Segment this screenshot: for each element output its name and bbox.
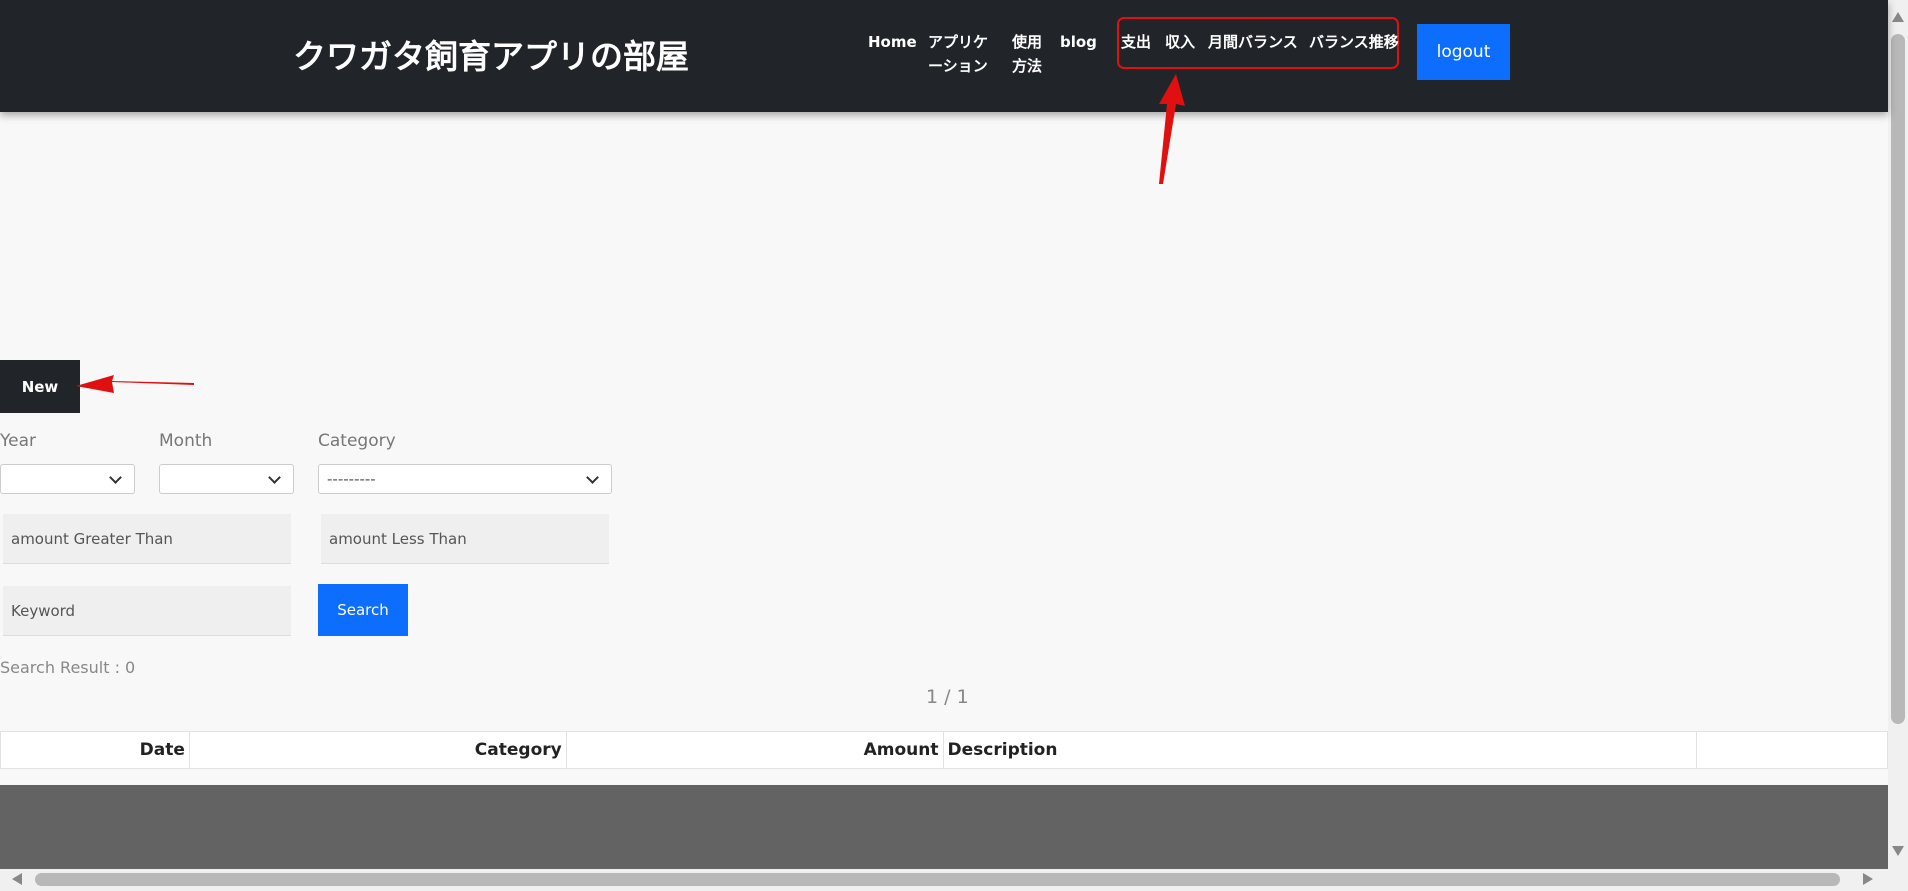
- vertical-scrollbar-thumb[interactable]: [1891, 34, 1905, 724]
- site-header: クワガタ飼育アプリの部屋 Home アプリケーション 使用方法 blog 支出 …: [0, 0, 1888, 112]
- search-button[interactable]: Search: [318, 584, 408, 636]
- scroll-up-icon[interactable]: [1892, 12, 1904, 22]
- chevron-down-icon: [109, 471, 122, 484]
- year-label: Year: [0, 431, 36, 451]
- site-title[interactable]: クワガタ飼育アプリの部屋: [293, 30, 689, 78]
- column-header-actions: [1696, 731, 1888, 769]
- keyword-input[interactable]: [3, 586, 291, 636]
- category-select-value: ---------: [327, 470, 376, 488]
- horizontal-scrollbar-thumb[interactable]: [35, 873, 1840, 886]
- nav-income[interactable]: 収入: [1165, 30, 1195, 54]
- annotation-arrow-left: [76, 375, 194, 393]
- nav-blog[interactable]: blog: [1060, 30, 1097, 54]
- nav-expense[interactable]: 支出: [1121, 30, 1151, 54]
- column-header-amount: Amount: [565, 731, 944, 769]
- nav-usage[interactable]: 使用方法: [1012, 30, 1044, 78]
- scroll-right-icon[interactable]: [1863, 873, 1873, 885]
- amount-greater-than-input[interactable]: [3, 514, 291, 564]
- nav-home[interactable]: Home: [868, 30, 917, 54]
- logout-button[interactable]: logout: [1417, 24, 1510, 80]
- chevron-down-icon: [586, 471, 599, 484]
- new-button[interactable]: New: [0, 360, 80, 413]
- chevron-down-icon: [268, 471, 281, 484]
- amount-less-than-input[interactable]: [321, 514, 609, 564]
- scroll-left-icon[interactable]: [12, 873, 22, 885]
- scroll-down-icon[interactable]: [1892, 846, 1904, 856]
- column-header-date: Date: [0, 731, 190, 769]
- results-table: Date Category Amount Description: [0, 731, 1888, 769]
- month-label: Month: [159, 431, 213, 451]
- column-header-category: Category: [188, 731, 567, 769]
- nav-application[interactable]: アプリケーション: [928, 30, 990, 78]
- year-select[interactable]: [0, 464, 135, 494]
- month-select[interactable]: [159, 464, 294, 494]
- search-result-count: Search Result : 0: [0, 658, 136, 677]
- column-header-description: Description: [942, 731, 1698, 769]
- footer: [0, 785, 1888, 869]
- nav-monthly-balance[interactable]: 月間バランス: [1208, 30, 1298, 54]
- category-select[interactable]: ---------: [318, 464, 612, 494]
- pagination: 1 / 1: [926, 686, 969, 708]
- category-label: Category: [318, 431, 396, 451]
- table-header-row: Date Category Amount Description: [0, 731, 1888, 769]
- nav-balance-trend[interactable]: バランス推移: [1309, 30, 1399, 54]
